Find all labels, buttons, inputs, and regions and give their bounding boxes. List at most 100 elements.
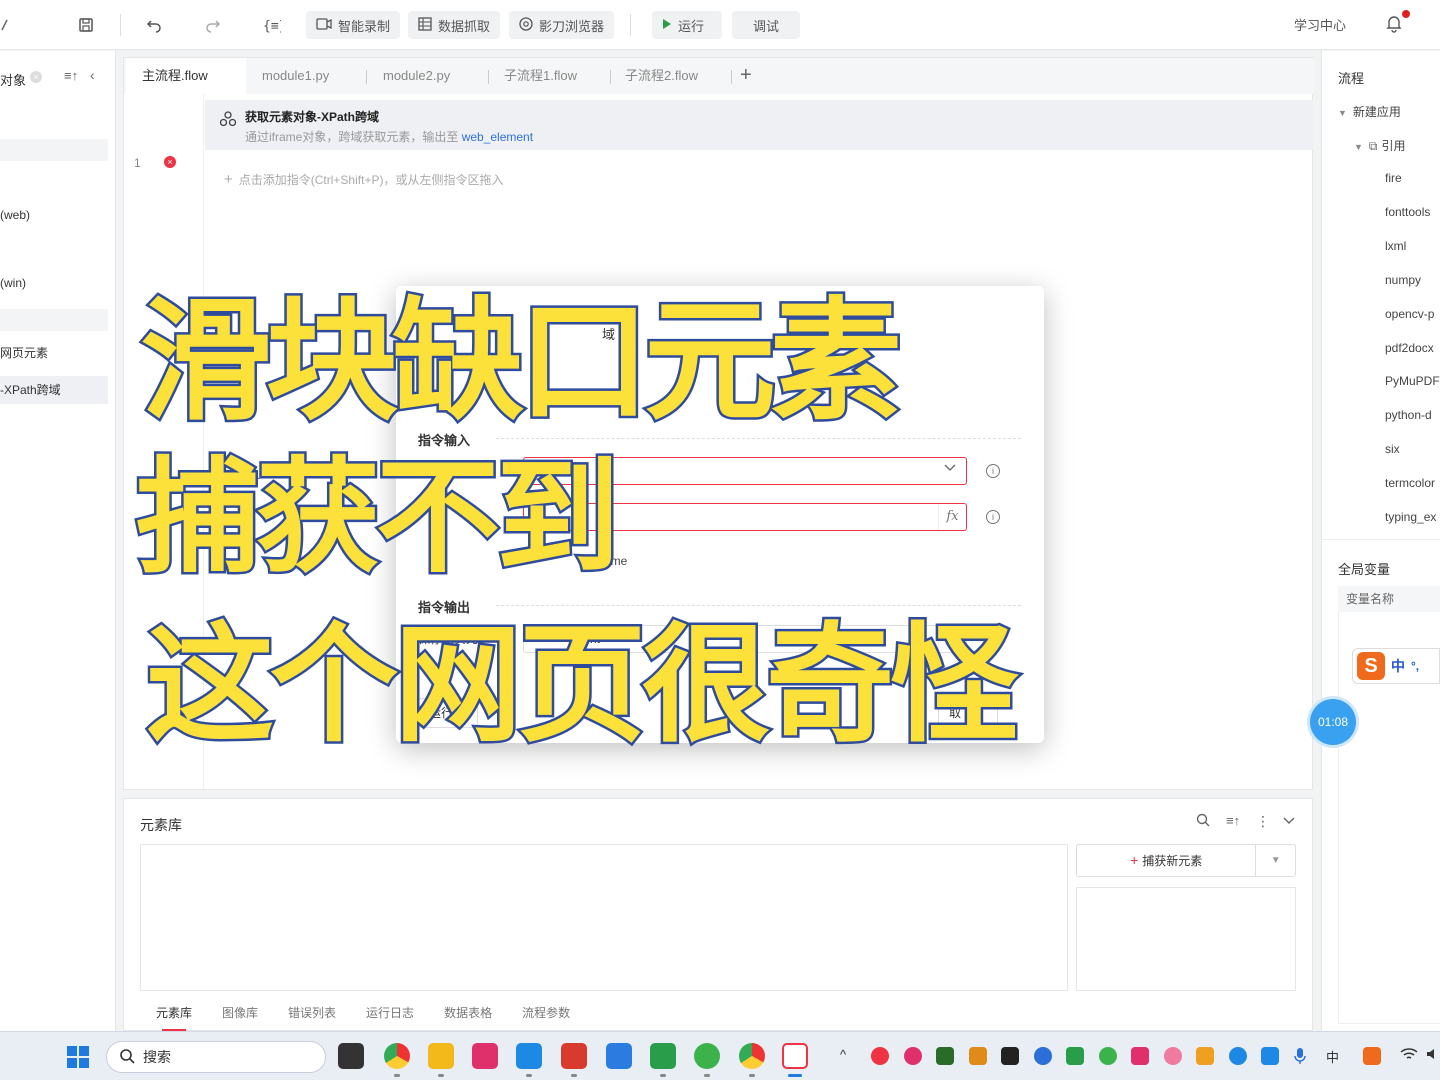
tab-subflow2[interactable]: 子流程2.flow (609, 58, 714, 94)
tray-app-icon[interactable] (1164, 1047, 1182, 1065)
running-indicator (438, 1074, 444, 1077)
learning-center-link[interactable]: 学习中心 (1294, 15, 1346, 34)
tab-error-list[interactable]: 错误列表 (288, 1004, 336, 1021)
tray-app-icon[interactable] (1066, 1047, 1084, 1065)
tree-node-references[interactable]: ▼ ⧉ 引用 (1354, 137, 1406, 154)
ime-toolbar[interactable]: S 中 °, (1352, 648, 1440, 684)
error-icon[interactable]: × (164, 156, 176, 168)
sogou-tray-icon[interactable] (1363, 1047, 1381, 1065)
app-icon-green[interactable] (650, 1043, 676, 1069)
chevron-down-icon[interactable] (1282, 813, 1296, 829)
running-indicator (660, 1074, 666, 1077)
windows-start-icon[interactable] (67, 1046, 89, 1068)
tab-subflow1[interactable]: 子流程1.flow (488, 58, 593, 94)
nvidia-icon[interactable] (936, 1047, 954, 1065)
clear-icon[interactable]: × (30, 71, 42, 83)
run-button[interactable]: 运行 (652, 11, 722, 39)
tab-module2[interactable]: module2.py (367, 58, 466, 94)
info-icon[interactable]: i (986, 510, 1000, 524)
search-icon[interactable] (1196, 813, 1210, 830)
package-item[interactable]: termcolor (1385, 476, 1435, 490)
tray-app-icon[interactable] (1196, 1047, 1214, 1065)
running-indicator (394, 1074, 400, 1077)
tab-divider (731, 70, 732, 84)
caption-line-1: 滑块缺口元素 (138, 285, 905, 439)
tab-data-table[interactable]: 数据表格 (444, 1004, 492, 1021)
command-item-xpath-cross-domain[interactable]: -XPath跨域 (0, 376, 108, 404)
tray-app-icon[interactable] (1001, 1047, 1019, 1065)
tab-main-flow[interactable]: 主流程.flow (126, 58, 246, 94)
input-language[interactable]: 中 (1326, 1047, 1339, 1066)
smart-record-button[interactable]: 智能录制 (306, 11, 401, 39)
package-item[interactable]: fonttools (1385, 205, 1430, 219)
app-icon-blue[interactable] (516, 1043, 542, 1069)
chrome-app-icon[interactable] (384, 1043, 410, 1069)
collapse-left-icon[interactable]: ‹ (90, 67, 95, 83)
tray-app-icon[interactable] (1261, 1047, 1279, 1065)
category-row[interactable] (0, 309, 108, 331)
wps-icon[interactable] (561, 1043, 587, 1069)
command-item-web-element[interactable]: 网页元素 (0, 342, 108, 364)
command-item-win[interactable]: (win) (0, 272, 108, 294)
volume-icon[interactable] (1426, 1047, 1440, 1064)
tray-wechat-icon[interactable] (1099, 1047, 1117, 1065)
command-row[interactable]: 获取元素对象-XPath跨域 通过iframe对象，跨域获取元素，输出至 web… (205, 100, 1313, 150)
undo-icon[interactable] (142, 13, 166, 37)
add-tab-icon[interactable]: + (740, 64, 752, 87)
tray-app-icon[interactable] (1229, 1047, 1247, 1065)
tab-element-library[interactable]: 元素库 (156, 1004, 192, 1021)
wifi-icon[interactable] (1400, 1047, 1418, 1064)
data-capture-button[interactable]: 数据抓取 (408, 11, 501, 39)
sort-icon[interactable]: ≡↑ (64, 68, 78, 83)
taskbar-search[interactable]: 搜索 (106, 1041, 326, 1073)
tray-app-icon[interactable] (1034, 1047, 1052, 1065)
capture-new-element-button[interactable]: + 捕获新元素 ▼ (1076, 844, 1296, 877)
microphone-icon[interactable] (1294, 1047, 1306, 1068)
info-icon[interactable]: i (986, 464, 1000, 478)
package-item[interactable]: fire (1385, 171, 1402, 185)
menu-icon[interactable] (0, 13, 20, 37)
output-variable-link[interactable]: web_element (462, 130, 533, 144)
app-icon-pink[interactable] (472, 1043, 498, 1069)
shadow-browser-button[interactable]: 影刀浏览器 (509, 11, 615, 39)
file-explorer-icon[interactable] (428, 1043, 454, 1069)
flow-panel: 流程 ▼ 新建应用 ▼ ⧉ 引用 fire fonttools lxml numpy … (1321, 51, 1440, 1031)
tab-module1[interactable]: module1.py (246, 58, 345, 94)
category-row[interactable] (0, 139, 108, 161)
sort-icon[interactable]: ≡↑ (1226, 813, 1240, 828)
chevron-up-icon[interactable]: ^ (840, 1047, 846, 1062)
command-description: 通过iframe对象，跨域获取元素，输出至 web_element (245, 130, 534, 144)
redo-icon[interactable] (201, 13, 225, 37)
package-item[interactable]: numpy (1385, 273, 1421, 287)
package-item[interactable]: PyMuPDF (1385, 374, 1440, 388)
tab-run-log[interactable]: 运行日志 (366, 1004, 414, 1021)
chrome-app-icon[interactable] (739, 1043, 765, 1069)
tray-app-icon[interactable] (904, 1047, 922, 1065)
package-item[interactable]: lxml (1385, 239, 1406, 253)
tray-app-icon[interactable] (969, 1047, 987, 1065)
command-item-web[interactable]: (web) (0, 204, 108, 226)
caret-down-icon[interactable]: ▼ (1255, 845, 1295, 876)
tree-node-app[interactable]: ▼ 新建应用 (1338, 103, 1401, 120)
package-item[interactable]: pdf2docx (1385, 341, 1434, 355)
ime-punct: °, (1411, 659, 1420, 673)
package-item[interactable]: python-d (1385, 408, 1432, 422)
tab-image-library[interactable]: 图像库 (222, 1004, 258, 1021)
mail-icon[interactable] (606, 1043, 632, 1069)
variable-icon[interactable]: {≡} (260, 13, 284, 37)
add-command-hint[interactable]: + 点击添加指令(Ctrl+Shift+P)，或从左侧指令区拖入 (224, 171, 503, 188)
shadowbot-icon[interactable] (782, 1043, 808, 1069)
package-item[interactable]: typing_ex (1385, 510, 1436, 524)
debug-button[interactable]: 调试 (732, 11, 800, 39)
save-icon[interactable] (74, 13, 98, 37)
wechat-icon[interactable] (694, 1043, 720, 1069)
more-icon[interactable]: ⋮ (1256, 813, 1270, 830)
tray-app-icon[interactable] (1131, 1047, 1149, 1065)
recording-timer[interactable]: 01:08 (1310, 699, 1356, 745)
fx-icon[interactable]: fx (938, 504, 966, 530)
task-view-icon[interactable] (338, 1043, 364, 1069)
tray-app-icon[interactable] (871, 1047, 889, 1065)
tab-flow-params[interactable]: 流程参数 (522, 1004, 570, 1021)
package-item[interactable]: opencv-p (1385, 307, 1434, 321)
package-item[interactable]: six (1385, 442, 1400, 456)
